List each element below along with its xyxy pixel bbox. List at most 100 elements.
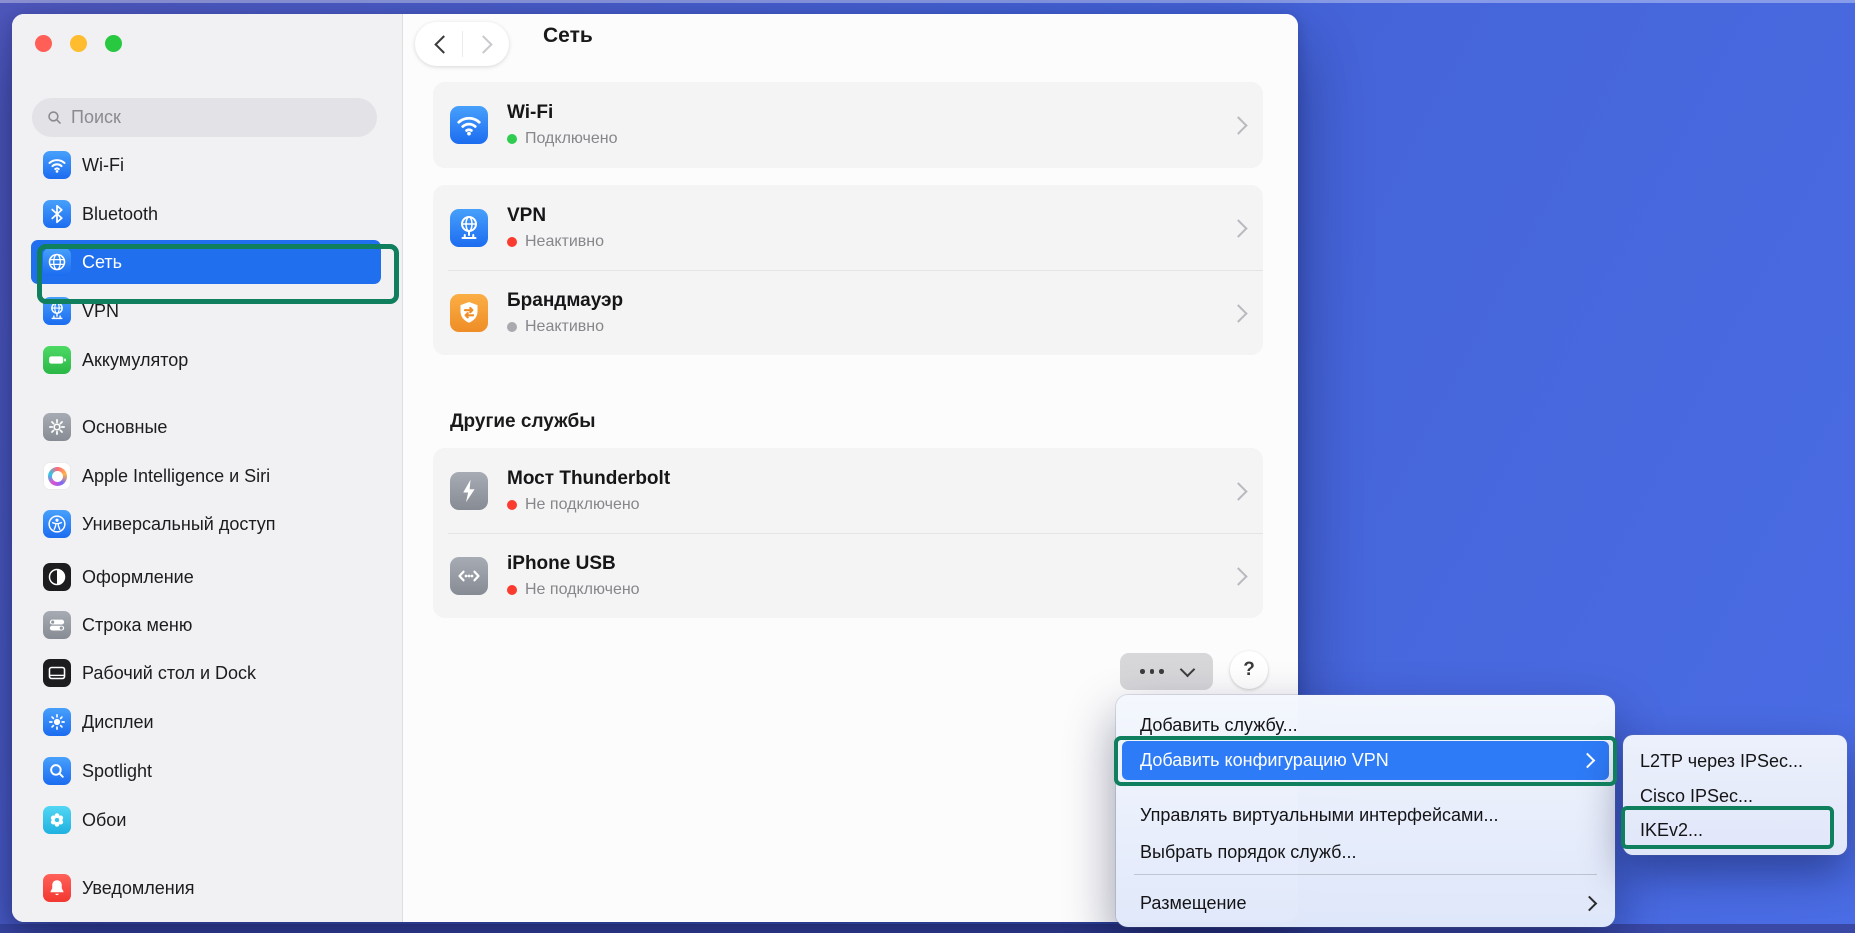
menu-item-add-vpn-config[interactable]: Добавить конфигурацию VPN	[1122, 741, 1609, 780]
menu-item-label: IKEv2...	[1640, 820, 1703, 841]
forward-button[interactable]	[477, 38, 490, 56]
sidebar-item-label: Универсальный доступ	[82, 514, 276, 535]
close-button[interactable]	[35, 35, 52, 52]
gear-icon	[43, 413, 71, 441]
sidebar-item-menu-bar[interactable]: Строка меню	[12, 603, 402, 647]
chevron-right-icon	[1232, 119, 1245, 137]
wifi-icon	[450, 106, 488, 144]
flower-icon	[43, 806, 71, 834]
menu-item-add-service[interactable]: Добавить службу...	[1116, 707, 1615, 743]
nav-divider	[462, 31, 463, 57]
sidebar-item-label: Строка меню	[82, 615, 192, 636]
sidebar-item-spotlight[interactable]: Spotlight	[12, 749, 402, 793]
sidebar-item-label: Оформление	[82, 567, 194, 588]
minimize-button[interactable]	[70, 35, 87, 52]
bell-icon	[43, 874, 71, 902]
submenu-arrow-icon	[1580, 753, 1596, 769]
other-services-header: Другие службы	[450, 411, 596, 433]
submenu-item-cisco-ipsec[interactable]: Cisco IPSec...	[1623, 779, 1847, 814]
menu-item-location[interactable]: Размещение	[1116, 885, 1615, 921]
sidebar-item-battery[interactable]: Аккумулятор	[12, 338, 402, 382]
status-dot-red	[507, 585, 517, 595]
wifi-card: Wi-Fi Подключено	[433, 82, 1263, 168]
sidebar-item-bluetooth[interactable]: Bluetooth	[12, 192, 402, 236]
chevron-down-icon	[1179, 662, 1195, 678]
other-services-card: Мост Thunderbolt Не подключено iPhone US…	[433, 448, 1263, 618]
menu-item-label: Выбрать порядок служб...	[1140, 842, 1356, 863]
thunderbolt-icon	[450, 472, 488, 510]
service-name: Брандмауэр	[507, 289, 623, 313]
sidebar-item-network[interactable]: Сеть	[12, 240, 402, 284]
vpn-row[interactable]: VPN Неактивно	[433, 185, 1263, 270]
bluetooth-icon	[43, 200, 71, 228]
dock-icon	[43, 659, 71, 687]
contrast-icon	[43, 563, 71, 591]
wifi-row[interactable]: Wi-Fi Подключено	[433, 82, 1263, 167]
sidebar-item-label: Аккумулятор	[82, 350, 188, 371]
search-icon	[46, 109, 63, 126]
desktop-background: Поиск Wi-Fi Bluetooth Сеть	[0, 0, 1855, 933]
service-status: Не подключено	[525, 580, 640, 600]
service-status: Неактивно	[525, 232, 604, 252]
menu-item-label: Cisco IPSec...	[1640, 786, 1753, 807]
firewall-row[interactable]: Брандмауэр Неактивно	[433, 270, 1263, 355]
help-label: ?	[1243, 659, 1255, 681]
menu-item-set-service-order[interactable]: Выбрать порядок служб...	[1116, 834, 1615, 870]
usb-dots-icon	[450, 557, 488, 595]
firewall-shield-icon	[450, 294, 488, 332]
status-dot-red	[507, 237, 517, 247]
wifi-icon	[43, 151, 71, 179]
sidebar-item-label: VPN	[82, 301, 119, 322]
sidebar-item-label: Дисплеи	[82, 712, 154, 733]
vpn-globe-icon	[43, 297, 71, 325]
sidebar-item-wallpaper[interactable]: Обои	[12, 798, 402, 842]
sidebar-item-label: Рабочий стол и Dock	[82, 663, 256, 684]
chevron-right-icon	[1232, 307, 1245, 325]
nav-buttons	[415, 22, 509, 66]
more-options-button[interactable]	[1120, 653, 1213, 690]
service-status: Подключено	[525, 129, 618, 149]
menu-item-label: Добавить службу...	[1140, 715, 1298, 736]
sidebar-item-apple-intelligence[interactable]: Apple Intelligence и Siri	[12, 454, 402, 498]
sidebar-item-vpn[interactable]: VPN	[12, 289, 402, 333]
chevron-right-icon	[1232, 485, 1245, 503]
sidebar-item-appearance[interactable]: Оформление	[12, 555, 402, 599]
menu-item-label: Размещение	[1140, 893, 1246, 914]
menu-item-label: L2TP через IPSec...	[1640, 751, 1803, 772]
menu-item-label: Добавить конфигурацию VPN	[1140, 750, 1389, 771]
service-name: Wi-Fi	[507, 101, 618, 125]
sidebar-item-notifications[interactable]: Уведомления	[12, 866, 402, 910]
sidebar-item-label: Обои	[82, 810, 126, 831]
status-dot-gray	[507, 322, 517, 332]
submenu-arrow-icon	[1582, 895, 1598, 911]
sidebar-item-general[interactable]: Основные	[12, 405, 402, 449]
sidebar-item-label: Сеть	[82, 252, 122, 273]
search-input[interactable]: Поиск	[32, 98, 377, 137]
sidebar-item-label: Уведомления	[82, 878, 195, 899]
zoom-button[interactable]	[105, 35, 122, 52]
sidebar-item-label: Wi-Fi	[82, 155, 124, 176]
sidebar-item-displays[interactable]: Дисплеи	[12, 700, 402, 744]
menu-item-label: Управлять виртуальными интерфейсами...	[1140, 805, 1498, 826]
thunderbolt-row[interactable]: Мост Thunderbolt Не подключено	[433, 448, 1263, 533]
sidebar-item-wifi[interactable]: Wi-Fi	[12, 143, 402, 187]
help-button[interactable]: ?	[1230, 651, 1268, 689]
chevron-right-icon	[1232, 222, 1245, 240]
back-button[interactable]	[437, 38, 450, 56]
status-dot-green	[507, 134, 517, 144]
menu-item-manage-virtual-interfaces[interactable]: Управлять виртуальными интерфейсами...	[1116, 797, 1615, 833]
toggles-icon	[43, 611, 71, 639]
sidebar-item-accessibility[interactable]: Универсальный доступ	[12, 502, 402, 546]
chevron-right-icon	[1232, 570, 1245, 588]
submenu-item-l2tp[interactable]: L2TP через IPSec...	[1623, 744, 1847, 779]
sun-icon	[43, 708, 71, 736]
service-name: iPhone USB	[507, 552, 640, 576]
sidebar-item-label: Spotlight	[82, 761, 152, 782]
services-context-menu: Добавить службу... Добавить конфигурацию…	[1116, 695, 1615, 927]
service-status: Не подключено	[525, 495, 640, 515]
sidebar-item-desktop-dock[interactable]: Рабочий стол и Dock	[12, 651, 402, 695]
submenu-item-ikev2[interactable]: IKEv2...	[1623, 813, 1847, 848]
service-name: Мост Thunderbolt	[507, 467, 670, 491]
iphone-usb-row[interactable]: iPhone USB Не подключено	[433, 533, 1263, 618]
vpn-globe-icon	[450, 209, 488, 247]
